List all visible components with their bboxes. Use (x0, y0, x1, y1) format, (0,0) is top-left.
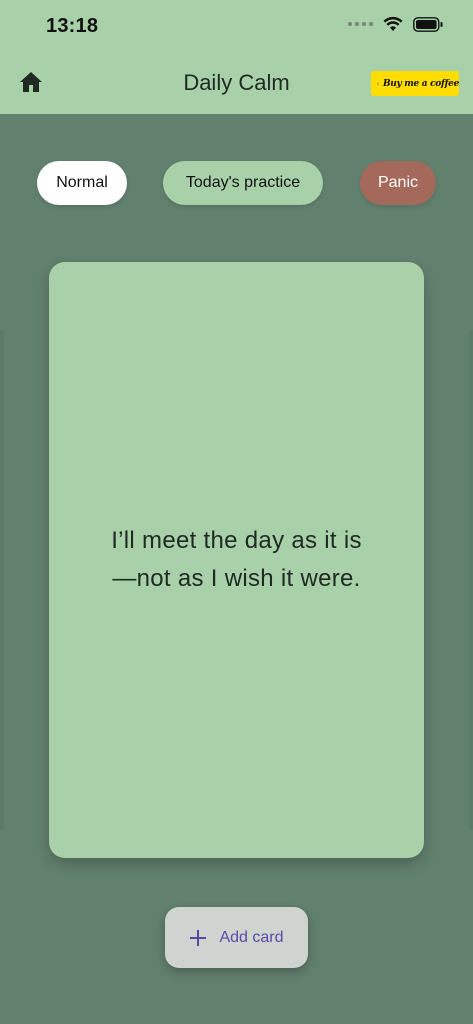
mode-todays-practice-button[interactable]: Today's practice (163, 161, 323, 205)
battery-icon (413, 16, 443, 32)
next-card-edge[interactable] (469, 330, 473, 830)
app-screen: 13:18 Daily Calm Buy me a coffee Normal … (0, 0, 473, 1024)
affirmation-card[interactable]: I’ll meet the day as it is —not as I wis… (49, 262, 424, 858)
status-icons (348, 16, 443, 32)
buy-me-a-coffee-button[interactable]: Buy me a coffee (371, 71, 459, 96)
coffee-cup-icon (377, 82, 379, 85)
signal-icon (348, 22, 373, 26)
status-time: 13:18 (46, 15, 99, 37)
wifi-icon (383, 16, 403, 31)
affirmation-line-1: I’ll meet the day as it is (111, 527, 362, 554)
mode-normal-button[interactable]: Normal (37, 161, 127, 205)
mode-panic-button[interactable]: Panic (360, 161, 436, 205)
coffee-label: Buy me a coffee (382, 78, 459, 89)
affirmation-text: I’ll meet the day as it is —not as I wis… (77, 522, 397, 598)
add-card-button[interactable]: Add card (165, 907, 308, 968)
add-card-label: Add card (219, 928, 284, 946)
previous-card-edge[interactable] (0, 330, 4, 830)
top-bar: 13:18 Daily Calm Buy me a coffee (0, 0, 473, 114)
plus-icon (190, 929, 207, 946)
affirmation-line-2: —not as I wish it were. (112, 565, 361, 592)
